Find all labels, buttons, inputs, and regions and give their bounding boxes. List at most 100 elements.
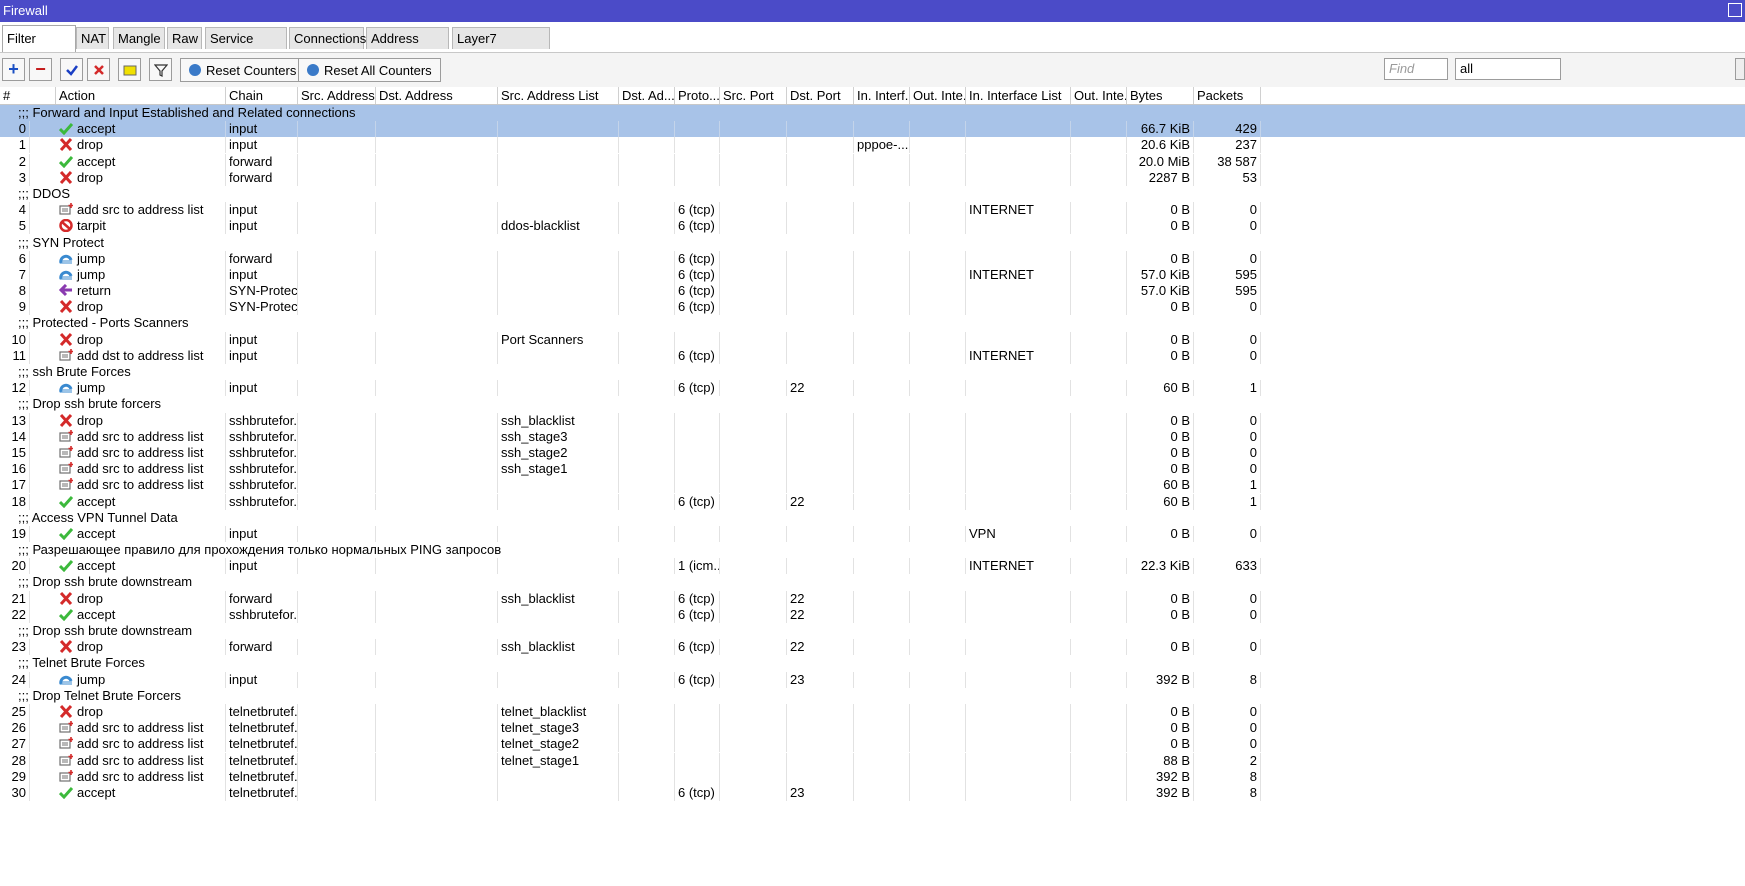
tab-raw[interactable]: Raw bbox=[167, 27, 202, 49]
tab-connections[interactable]: Connections bbox=[289, 27, 366, 49]
cell-inIfList bbox=[966, 720, 1071, 737]
comment-row[interactable]: ;;; ssh Brute Forces bbox=[0, 364, 1745, 381]
table-row[interactable]: 13 drop sshbrutefor... ssh_blacklist 0 B0 bbox=[0, 412, 1745, 429]
comment-row[interactable]: ;;; Drop Telnet Brute Forcers bbox=[0, 687, 1745, 704]
table-row[interactable]: 7 jump input 6 (tcp) INTERNET 57.0 KiB 595 bbox=[0, 266, 1745, 283]
cell-dstList bbox=[619, 121, 675, 138]
column-header-num[interactable]: # bbox=[0, 87, 56, 104]
table-row[interactable]: 9 drop SYN-Protect 6 (tcp) 0 B0 bbox=[0, 299, 1745, 316]
column-header-action[interactable]: Action bbox=[56, 87, 226, 104]
cell-srcAddr bbox=[298, 169, 376, 186]
column-header-outIf[interactable]: Out. Inte... bbox=[910, 87, 966, 104]
column-header-inIfList[interactable]: In. Interface List bbox=[966, 87, 1071, 104]
comment-row[interactable]: ;;; SYN Protect bbox=[0, 234, 1745, 251]
rules-table: # Action Chain Src. Address Dst. Address Src.… bbox=[0, 87, 1745, 801]
add-button[interactable]: + bbox=[2, 58, 25, 81]
tab-service-ports[interactable]: Service Ports bbox=[205, 27, 287, 68]
comment-row[interactable]: ;;; Drop ssh brute downstream bbox=[0, 623, 1745, 640]
table-row[interactable]: 12 jump input 6 (tcp) 22 60 B1 bbox=[0, 380, 1745, 397]
table-row[interactable]: 18 accept sshbrutefor... 6 (tcp) 22 60 B1 bbox=[0, 493, 1745, 510]
tab-layer7-protocols[interactable]: Layer7 Protocols bbox=[452, 27, 550, 68]
cell-dstList bbox=[619, 671, 675, 688]
table-row[interactable]: 20 accept input 1 (icm... INTERNET 22.3 KiB 63… bbox=[0, 558, 1745, 575]
cell-inIf bbox=[854, 331, 910, 348]
rule-comment: ;;; Drop ssh brute downstream bbox=[18, 574, 193, 590]
chevron-down-icon[interactable] bbox=[1735, 58, 1745, 80]
table-row[interactable]: 6 jump forward 6 (tcp) 0 B0 bbox=[0, 250, 1745, 267]
find-input[interactable]: Find bbox=[1384, 58, 1448, 80]
column-header-chain[interactable]: Chain bbox=[226, 87, 298, 104]
column-header-srcPort[interactable]: Src. Port bbox=[720, 87, 787, 104]
cell-srcPort bbox=[720, 444, 787, 461]
table-row[interactable]: 16 add src to address list sshbrutefor... s… bbox=[0, 461, 1745, 478]
table-row[interactable]: 4 add src to address list input 6 (tcp) INTE… bbox=[0, 202, 1745, 219]
table-row[interactable]: 11 add dst to address list input 6 (tcp) INT… bbox=[0, 347, 1745, 364]
enable-button[interactable] bbox=[60, 58, 83, 81]
cell-packets: 633 bbox=[1194, 558, 1261, 575]
comment-row[interactable]: ;;; Drop ssh brute forcers bbox=[0, 396, 1745, 413]
table-row[interactable]: 1 drop input pppoe-... 20.6 KiB 237 bbox=[0, 137, 1745, 154]
table-row[interactable]: 10 drop input Port Scanners 0 B0 bbox=[0, 331, 1745, 348]
comment-row[interactable]: ;;; Drop ssh brute downstream bbox=[0, 574, 1745, 591]
column-header-bytes[interactable]: Bytes bbox=[1127, 87, 1194, 104]
table-row[interactable]: 17 add src to address list sshbrutefor... 6… bbox=[0, 477, 1745, 494]
cell-srcPort bbox=[720, 299, 787, 316]
comment-row[interactable]: ;;; DDOS bbox=[0, 185, 1745, 203]
tab-address-lists[interactable]: Address Lists bbox=[366, 27, 449, 68]
filter-button[interactable] bbox=[149, 58, 172, 81]
comment-row[interactable]: ;;; Разрешающее правило для прохождения … bbox=[0, 542, 1745, 559]
cell-dstAddr bbox=[376, 250, 498, 267]
column-header-srcList[interactable]: Src. Address List bbox=[498, 87, 619, 104]
cell-packets: 53 bbox=[1194, 169, 1261, 186]
table-row[interactable]: 30 accept telnetbrutef... 6 (tcp) 23 392 B8 bbox=[0, 784, 1745, 801]
table-row[interactable]: 24 jump input 6 (tcp) 23 392 B8 bbox=[0, 671, 1745, 688]
cell-outIfList bbox=[1071, 299, 1127, 316]
cell-proto: 6 (tcp) bbox=[675, 606, 720, 623]
table-row[interactable]: 28 add src to address list telnetbrutef...… bbox=[0, 752, 1745, 769]
table-row[interactable]: 2 accept forward 20.0 MiB 38 587 bbox=[0, 153, 1745, 170]
filter-select[interactable]: all bbox=[1455, 58, 1561, 80]
reset-all-counters-button[interactable]: Reset All Counters bbox=[298, 58, 441, 82]
table-row[interactable]: 26 add src to address list telnetbrutef...… bbox=[0, 720, 1745, 737]
table-row[interactable]: 22 accept sshbrutefor... 6 (tcp) 22 0 B0 bbox=[0, 606, 1745, 623]
comment-row[interactable]: ;;; Forward and Input Established and Re… bbox=[0, 105, 1745, 122]
table-row[interactable]: 19 accept input VPN 0 B0 bbox=[0, 525, 1745, 542]
table-row[interactable]: 5 tarpit input ddos-blacklist 6 (tcp) 0 B0 bbox=[0, 218, 1745, 235]
column-header-dstPort[interactable]: Dst. Port bbox=[787, 87, 854, 104]
cell-proto bbox=[675, 477, 720, 494]
reset-counters-button[interactable]: Reset Counters bbox=[180, 58, 306, 82]
table-row[interactable]: 25 drop telnetbrutef... telnet_blacklist 0 B… bbox=[0, 703, 1745, 720]
cell-outIfList bbox=[1071, 202, 1127, 219]
column-header-packets[interactable]: Packets bbox=[1194, 87, 1261, 104]
table-row[interactable]: 27 add src to address list telnetbrutef...… bbox=[0, 736, 1745, 753]
column-header-srcAddr[interactable]: Src. Address bbox=[298, 87, 376, 104]
column-header-proto[interactable]: Proto... bbox=[675, 87, 720, 104]
tab-filter-rules[interactable]: Filter Rules bbox=[2, 25, 76, 71]
table-row[interactable]: 8 return SYN-Protect 6 (tcp) 57.0 KiB 595 bbox=[0, 283, 1745, 300]
table-row[interactable]: 14 add src to address list sshbrutefor... s… bbox=[0, 428, 1745, 445]
cell-srcAddr bbox=[298, 121, 376, 138]
comment-row[interactable]: ;;; Access VPN Tunnel Data bbox=[0, 509, 1745, 526]
table-row[interactable]: 21 drop forward ssh_blacklist 6 (tcp) 22 0 B0 bbox=[0, 590, 1745, 607]
cell-srcList: ssh_stage2 bbox=[498, 444, 619, 461]
comment-row[interactable]: ;;; Protected - Ports Scanners bbox=[0, 315, 1745, 332]
table-row[interactable]: 15 add src to address list sshbrutefor... s… bbox=[0, 444, 1745, 461]
cell-num: 11 bbox=[0, 347, 30, 364]
disable-button[interactable] bbox=[87, 58, 110, 81]
table-row[interactable]: 3 drop forward 2287 B 53 bbox=[0, 169, 1745, 186]
comment-button[interactable] bbox=[118, 58, 141, 81]
table-row[interactable]: 29 add src to address list telnetbrutef...… bbox=[0, 768, 1745, 785]
cell-dstList bbox=[619, 444, 675, 461]
check-icon bbox=[65, 64, 78, 76]
comment-row[interactable]: ;;; Telnet Brute Forces bbox=[0, 655, 1745, 672]
column-header-inIf[interactable]: In. Interf... bbox=[854, 87, 910, 104]
column-header-dstAddr[interactable]: Dst. Address bbox=[376, 87, 498, 104]
tab-mangle[interactable]: Mangle bbox=[113, 27, 165, 49]
tab-nat[interactable]: NAT bbox=[76, 27, 109, 49]
column-header-outIfList[interactable]: Out. Inte... bbox=[1071, 87, 1127, 104]
table-row[interactable]: 0 accept input 66.7 KiB 429 bbox=[0, 121, 1745, 138]
remove-button[interactable]: − bbox=[29, 58, 52, 81]
column-header-dstList[interactable]: Dst. Ad... bbox=[619, 87, 675, 104]
table-row[interactable]: 23 drop forward ssh_blacklist 6 (tcp) 22 0 B0 bbox=[0, 639, 1745, 656]
maximize-icon[interactable] bbox=[1728, 3, 1742, 17]
